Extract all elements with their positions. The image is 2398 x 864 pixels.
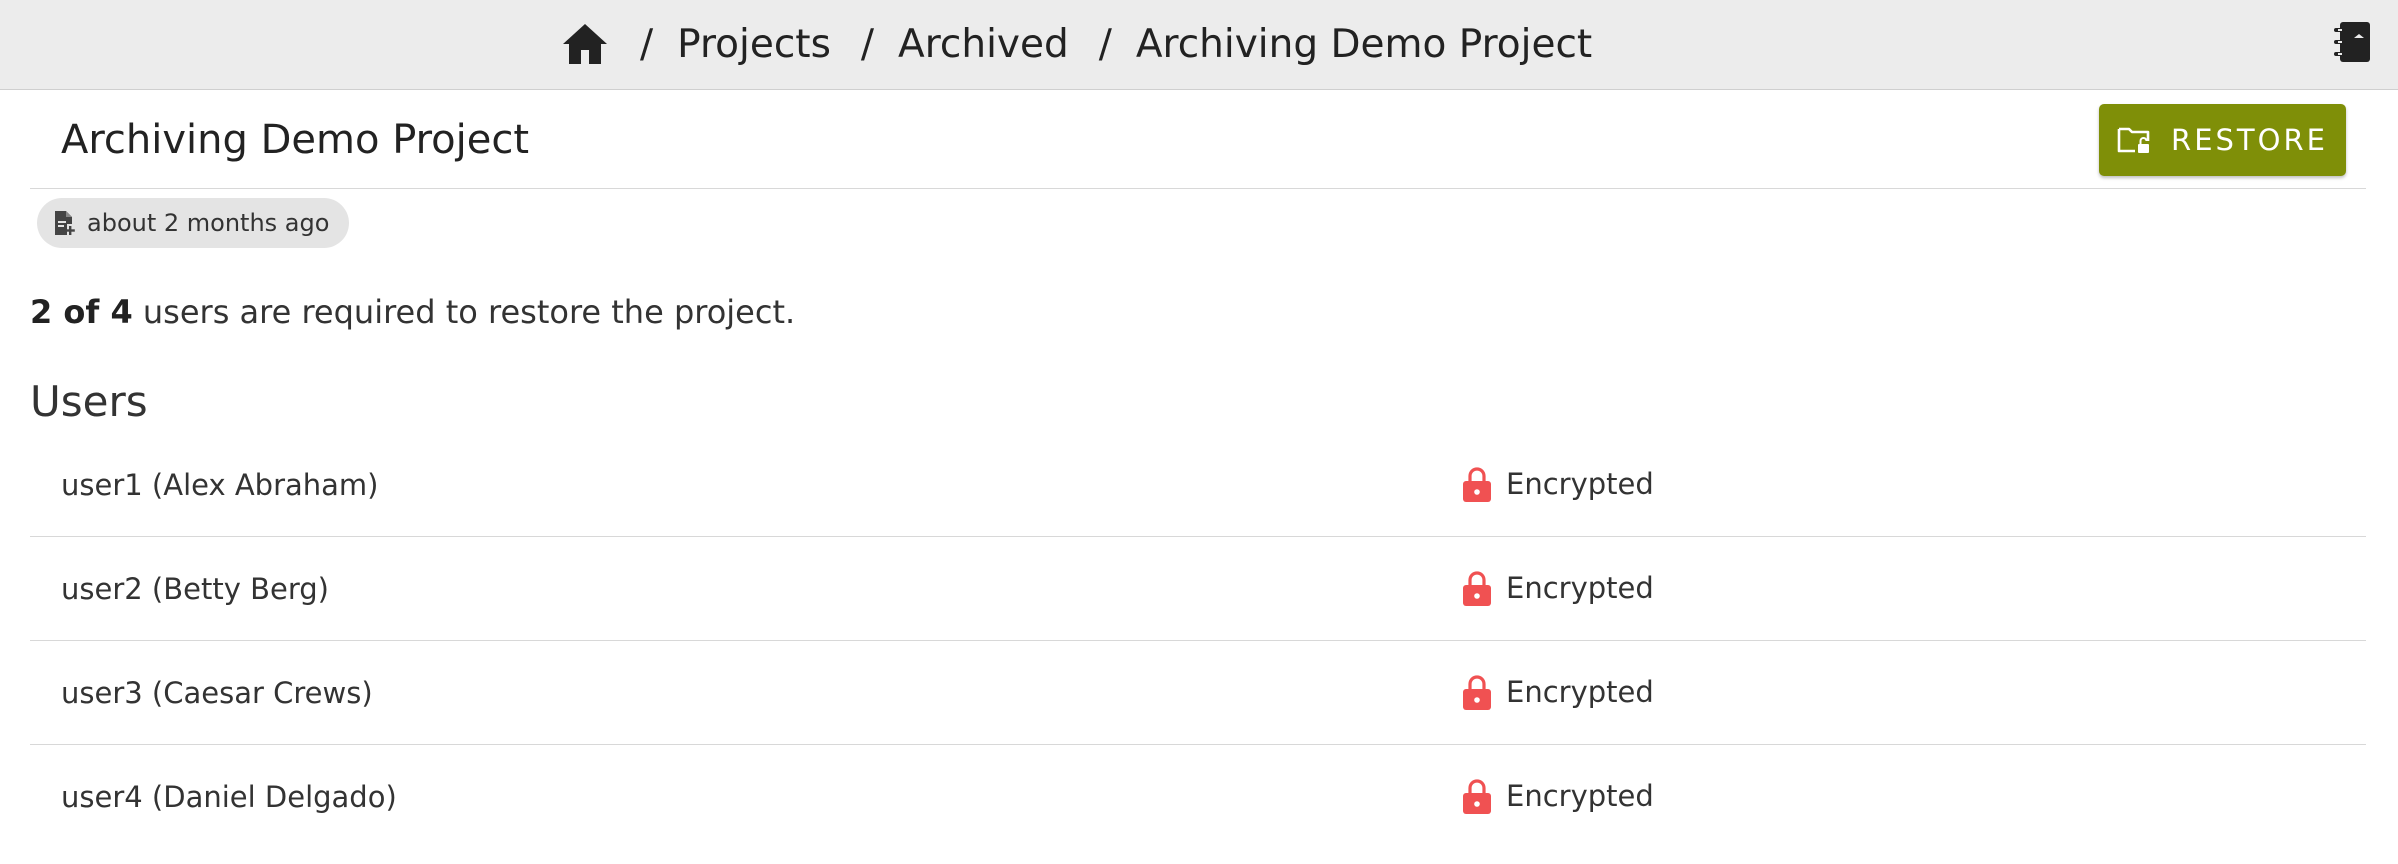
created-date-chip: about 2 months ago [37,198,350,248]
user-status: Encrypted [1462,641,1654,743]
restore-requirement: 2 of 4 users are required to restore the… [30,290,795,334]
user-status-label: Encrypted [1506,571,1654,605]
top-bar: / Projects / Archived / Archiving Demo P… [0,0,2398,90]
user-row: user4 (Daniel Delgado) Encrypted [30,745,2366,849]
requirement-text: users are required to restore the projec… [132,293,796,331]
users-list: user1 (Alex Abraham) Encrypted user2 (Be… [30,433,2366,849]
breadcrumb-archived[interactable]: Archived [898,22,1069,67]
home-icon[interactable] [560,19,610,69]
lock-icon [1462,778,1492,814]
user-name: user4 (Daniel Delgado) [61,780,397,814]
page-title: Archiving Demo Project [61,117,530,163]
required-user-count: 2 of 4 [30,293,133,331]
user-status-label: Encrypted [1506,779,1654,813]
restore-button-label: RESTORE [2171,123,2328,157]
breadcrumb-separator: / [860,21,875,67]
lock-icon [1462,570,1492,606]
user-row: user1 (Alex Abraham) Encrypted [30,433,2366,537]
restore-button[interactable]: RESTORE [2099,104,2346,176]
header-divider [30,188,2366,189]
user-status: Encrypted [1462,537,1654,639]
user-name: user1 (Alex Abraham) [61,468,379,502]
breadcrumb-projects[interactable]: Projects [677,22,831,67]
folder-unlock-icon [2117,125,2151,155]
lock-icon [1462,466,1492,502]
user-name: user3 (Caesar Crews) [61,676,373,710]
breadcrumb-separator: / [640,21,654,67]
users-heading: Users [30,377,148,426]
created-date-label: about 2 months ago [87,209,330,237]
user-status-label: Encrypted [1506,675,1654,709]
user-status: Encrypted [1462,745,1654,847]
lock-icon [1462,674,1492,710]
user-status: Encrypted [1462,433,1654,535]
breadcrumb: / Projects / Archived / Archiving Demo P… [560,0,1592,88]
user-row: user3 (Caesar Crews) Encrypted [30,641,2366,745]
user-status-label: Encrypted [1506,467,1654,501]
user-name: user2 (Betty Berg) [61,572,329,606]
breadcrumb-current-project: Archiving Demo Project [1135,21,1593,67]
notebook-icon[interactable] [2332,20,2372,64]
file-add-icon [53,210,75,236]
user-row: user2 (Betty Berg) Encrypted [30,537,2366,641]
breadcrumb-separator: / [1098,21,1112,67]
